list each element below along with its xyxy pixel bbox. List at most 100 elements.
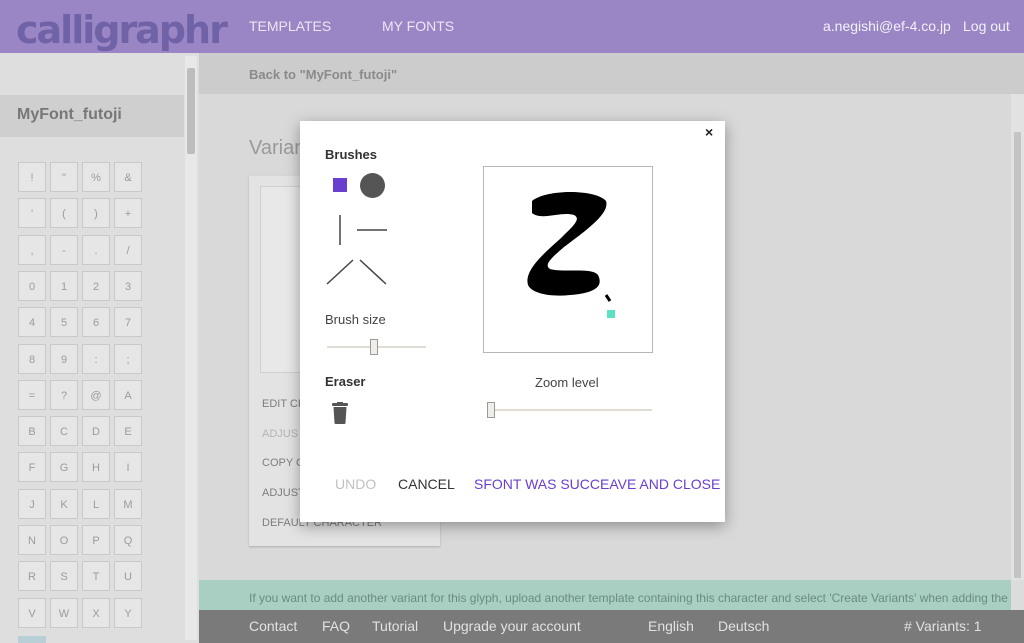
variants-count: # Variants: 1	[904, 618, 982, 634]
sidebar-scroll-thumb[interactable]	[187, 68, 195, 154]
variant-title: Varian	[249, 137, 306, 159]
glyph-cell[interactable]: '	[18, 198, 46, 229]
adjust-item[interactable]: ADJUST	[262, 487, 305, 499]
footer-tutorial[interactable]: Tutorial	[372, 618, 418, 634]
glyph-cell[interactable]: ?	[50, 379, 78, 410]
glyph-cell-partial[interactable]	[18, 636, 46, 643]
undo-button[interactable]: UNDO	[335, 476, 376, 492]
glyph-cell[interactable]: K	[50, 488, 78, 519]
glyph-cell[interactable]: 8	[18, 343, 46, 374]
glyph-cell[interactable]: 0	[18, 270, 46, 301]
glyph-cell[interactable]: N	[18, 525, 46, 555]
adjust-item-disabled: ADJUS	[262, 428, 299, 440]
glyph-cell[interactable]: 5	[50, 307, 78, 338]
glyph-cell[interactable]: 3	[114, 270, 142, 301]
glyph-cell[interactable]: D	[82, 416, 110, 447]
glyph-cell[interactable]: W	[50, 597, 78, 628]
lang-english[interactable]: English	[648, 618, 694, 634]
glyph-cell[interactable]: J	[18, 488, 46, 519]
glyph-cell[interactable]: !	[18, 162, 46, 192]
glyph-cell[interactable]: R	[18, 561, 46, 592]
glyph-cell[interactable]: @	[82, 379, 110, 410]
glyph-cell[interactable]: 6	[82, 307, 110, 338]
glyph-cell[interactable]: =	[18, 379, 46, 410]
font-name: MyFont_futoji	[17, 106, 122, 123]
eraser-label: Eraser	[325, 374, 366, 389]
glyph-cell[interactable]: -	[50, 234, 78, 265]
brush-size-label: Brush size	[325, 312, 386, 327]
glyph-cell[interactable]: )	[82, 198, 110, 229]
glyph-cell[interactable]: (	[50, 198, 78, 229]
glyph-cell[interactable]: H	[82, 452, 110, 483]
glyph-cell[interactable]: &	[114, 162, 142, 192]
sub-bar: Back to "MyFont_futoji"	[199, 53, 1024, 94]
calligraphr-logo[interactable]: calligraphr	[16, 8, 228, 52]
glyph-cell[interactable]: 7	[114, 307, 142, 338]
glyph-cell[interactable]: T	[82, 561, 110, 592]
glyph-cell[interactable]: ;	[114, 343, 142, 374]
nav-my-fonts[interactable]: MY FONTS	[382, 18, 454, 34]
cursor-marker	[607, 310, 615, 318]
glyph-cell[interactable]: +	[114, 198, 142, 229]
glyph-cell[interactable]: 9	[50, 343, 78, 374]
glyph-cell[interactable]: X	[82, 597, 110, 628]
glyph-cell[interactable]: G	[50, 452, 78, 483]
logo-area: calligraphr	[0, 0, 228, 53]
brush-size-slider[interactable]	[327, 339, 426, 355]
lang-deutsch[interactable]: Deutsch	[718, 618, 769, 634]
footer-faq[interactable]: FAQ	[322, 618, 350, 634]
glyph-drawing	[527, 192, 612, 302]
glyph-cell[interactable]: U	[114, 561, 142, 592]
close-icon[interactable]: ×	[705, 124, 713, 140]
sidebar-scrollbar[interactable]	[185, 56, 197, 640]
glyph-cell[interactable]: 4	[18, 307, 46, 338]
footer-upgrade[interactable]: Upgrade your account	[443, 618, 581, 634]
round-brush-icon[interactable]	[360, 173, 385, 198]
nav-templates[interactable]: TEMPLATES	[249, 18, 331, 34]
glyph-cell[interactable]: C	[50, 416, 78, 447]
back-link[interactable]: Back to "MyFont_futoji"	[249, 67, 397, 82]
glyph-cell[interactable]: M	[114, 488, 142, 519]
glyph-cell[interactable]: Y	[114, 597, 142, 628]
glyph-cell[interactable]: .	[82, 234, 110, 265]
font-name-row[interactable]: MyFont_futoji	[0, 95, 184, 137]
footer: Contact FAQ Tutorial Upgrade your accoun…	[199, 610, 1024, 643]
glyph-cell[interactable]: I	[114, 452, 142, 483]
glyph-cell[interactable]: 1	[50, 270, 78, 301]
main-scrollbar[interactable]	[1011, 94, 1024, 580]
drawing-canvas[interactable]	[483, 166, 653, 353]
glyph-cell[interactable]: O	[50, 525, 78, 555]
glyph-cell[interactable]: Q	[114, 525, 142, 555]
glyph-cell[interactable]: :	[82, 343, 110, 374]
glyph-cell[interactable]: F	[18, 452, 46, 483]
glyph-cell[interactable]: /	[114, 234, 142, 265]
diagonal-down-brush-icon[interactable]	[358, 256, 388, 286]
diagonal-up-brush-icon[interactable]	[325, 256, 355, 286]
horizontal-line-brush-icon[interactable]	[355, 213, 389, 247]
glyph-cell[interactable]: L	[82, 488, 110, 519]
glyph-cell[interactable]: B	[18, 416, 46, 447]
zoom-handle[interactable]	[487, 402, 495, 418]
glyph-cell[interactable]: ,	[18, 234, 46, 265]
glyph-cell[interactable]: V	[18, 597, 46, 628]
glyph-cell[interactable]: A	[114, 379, 142, 410]
save-and-close-button[interactable]: SFONT WAS SUCCEAVE AND CLOSE	[474, 476, 720, 492]
logout-link[interactable]: Log out	[963, 18, 1010, 34]
info-bar: If you want to add another variant for t…	[199, 580, 1011, 610]
cancel-button[interactable]: CANCEL	[398, 476, 455, 492]
square-brush-icon[interactable]	[333, 178, 347, 192]
glyph-cell[interactable]: "	[50, 162, 78, 192]
trash-icon[interactable]	[332, 402, 348, 424]
glyph-cell[interactable]: E	[114, 416, 142, 447]
zoom-level-slider[interactable]	[487, 402, 652, 418]
user-email[interactable]: a.negishi@ef-4.co.jp	[823, 18, 951, 34]
glyph-cell[interactable]: %	[82, 162, 110, 192]
main-scroll-thumb[interactable]	[1014, 132, 1021, 578]
glyph-cell[interactable]: 2	[82, 270, 110, 301]
glyph-cell[interactable]: P	[82, 525, 110, 555]
info-text: If you want to add another variant for t…	[249, 591, 1008, 605]
footer-contact[interactable]: Contact	[249, 618, 297, 634]
glyph-cell[interactable]: S	[50, 561, 78, 592]
brush-size-handle[interactable]	[369, 339, 378, 355]
copy-character-item[interactable]: COPY C	[262, 457, 304, 469]
